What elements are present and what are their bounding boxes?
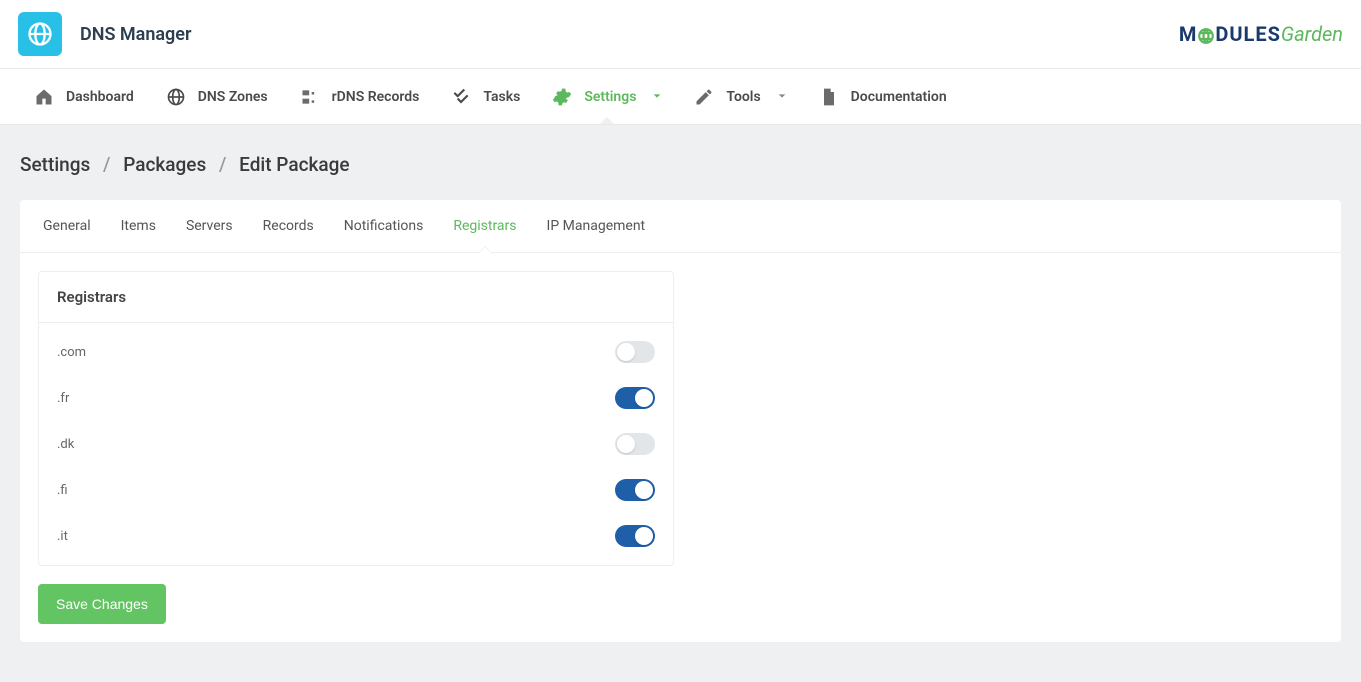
- tabs: General Items Servers Records Notificati…: [20, 200, 1341, 253]
- logo-text-m: M: [1179, 22, 1198, 46]
- registrar-row-com: .com: [39, 329, 673, 375]
- app-icon: [18, 12, 62, 56]
- chevron-down-icon: [777, 89, 787, 105]
- pencil-icon: [694, 87, 714, 107]
- registrar-label: .com: [57, 345, 86, 360]
- logo-text-dules: DULES: [1215, 22, 1281, 46]
- nav-documentation-label: Documentation: [851, 89, 947, 105]
- gear-icon: [552, 87, 572, 107]
- panel-body: .com .fr .dk .fi: [39, 323, 673, 565]
- brand-logo: M DULESGarden: [1179, 22, 1343, 46]
- registrar-label: .fi: [57, 483, 68, 498]
- nav-tasks-label: Tasks: [483, 89, 520, 105]
- registrar-label: .it: [57, 529, 68, 544]
- breadcrumb-separator: /: [219, 153, 226, 176]
- registrars-panel: Registrars .com .fr .dk .fi: [38, 271, 674, 566]
- logo-globe-icon: [1197, 27, 1215, 45]
- registrar-row-it: .it: [39, 513, 673, 559]
- main-card: General Items Servers Records Notificati…: [20, 200, 1341, 642]
- tab-registrars-label: Registrars: [453, 218, 516, 234]
- toggle-fi[interactable]: [615, 479, 655, 501]
- tab-ip-management-label: IP Management: [547, 218, 646, 234]
- logo-text-garden: Garden: [1281, 22, 1343, 46]
- header-left: DNS Manager: [18, 12, 191, 56]
- toggle-com[interactable]: [615, 341, 655, 363]
- tab-items[interactable]: Items: [106, 200, 171, 252]
- tab-general-label: General: [43, 218, 91, 234]
- tab-content: Registrars .com .fr .dk .fi: [20, 253, 1341, 642]
- save-button[interactable]: Save Changes: [38, 584, 166, 624]
- registrar-row-fr: .fr: [39, 375, 673, 421]
- registrar-label: .fr: [57, 391, 69, 406]
- nav-dns-zones[interactable]: DNS Zones: [150, 71, 284, 123]
- nav-dashboard-label: Dashboard: [66, 89, 134, 105]
- breadcrumb-edit-package: Edit Package: [239, 153, 349, 176]
- tab-notifications-label: Notifications: [344, 218, 424, 234]
- app-title: DNS Manager: [80, 24, 191, 45]
- nav-rdns-records[interactable]: rDNS Records: [284, 71, 436, 123]
- tab-notifications[interactable]: Notifications: [329, 200, 439, 252]
- doc-icon: [819, 87, 839, 107]
- breadcrumb: Settings / Packages / Edit Package: [20, 153, 1341, 176]
- nav-tools[interactable]: Tools: [678, 71, 802, 123]
- header: DNS Manager M DULESGarden: [0, 0, 1361, 69]
- tab-records-label: Records: [263, 218, 314, 234]
- breadcrumb-settings[interactable]: Settings: [20, 153, 90, 176]
- breadcrumb-separator: /: [103, 153, 110, 176]
- records-icon: [300, 87, 320, 107]
- page-body: Settings / Packages / Edit Package Gener…: [0, 125, 1361, 682]
- nav-dns-zones-label: DNS Zones: [198, 89, 268, 105]
- nav-settings[interactable]: Settings: [536, 71, 678, 123]
- home-icon: [34, 87, 54, 107]
- nav-rdns-records-label: rDNS Records: [332, 89, 420, 105]
- nav-documentation[interactable]: Documentation: [803, 71, 963, 123]
- globe-icon: [166, 87, 186, 107]
- main-nav: Dashboard DNS Zones rDNS Records Tasks S…: [0, 69, 1361, 125]
- nav-dashboard[interactable]: Dashboard: [18, 71, 150, 123]
- tab-records[interactable]: Records: [248, 200, 329, 252]
- tab-servers-label: Servers: [186, 218, 233, 234]
- tab-registrars[interactable]: Registrars: [438, 200, 531, 252]
- registrar-row-fi: .fi: [39, 467, 673, 513]
- nav-tasks[interactable]: Tasks: [435, 71, 536, 123]
- tab-general[interactable]: General: [28, 200, 106, 252]
- toggle-it[interactable]: [615, 525, 655, 547]
- tab-items-label: Items: [121, 218, 156, 234]
- tab-ip-management[interactable]: IP Management: [532, 200, 661, 252]
- registrar-row-dk: .dk: [39, 421, 673, 467]
- nav-settings-label: Settings: [584, 89, 636, 105]
- chevron-down-icon: [652, 89, 662, 105]
- panel-title: Registrars: [39, 272, 673, 323]
- nav-tools-label: Tools: [726, 89, 760, 105]
- tab-servers[interactable]: Servers: [171, 200, 248, 252]
- toggle-dk[interactable]: [615, 433, 655, 455]
- toggle-fr[interactable]: [615, 387, 655, 409]
- tasks-icon: [451, 87, 471, 107]
- registrar-label: .dk: [57, 437, 74, 452]
- globe-icon: [26, 20, 54, 48]
- breadcrumb-packages[interactable]: Packages: [123, 153, 206, 176]
